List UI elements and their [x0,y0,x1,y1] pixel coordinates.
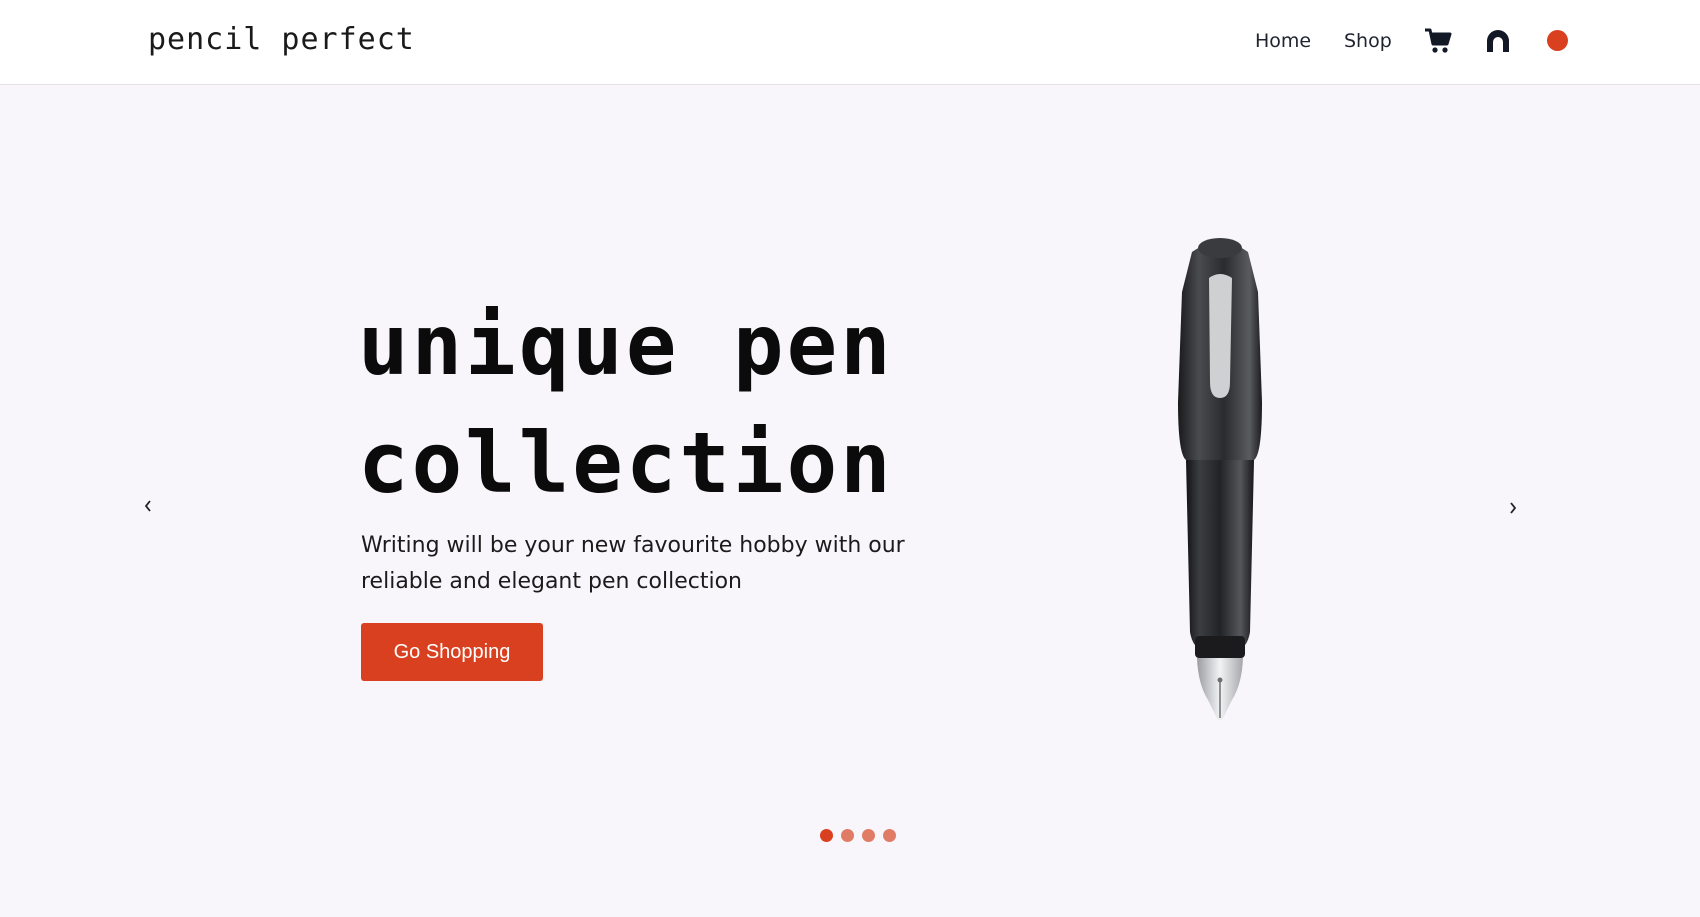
carousel-dot[interactable] [883,829,896,842]
theme-toggle-dot[interactable] [1547,30,1568,51]
site-logo[interactable]: pencil perfect [148,22,415,57]
cart-icon [1425,28,1452,53]
carousel-dot[interactable] [841,829,854,842]
hero-title-line-1: unique pen [358,296,894,394]
carousel-dot[interactable] [820,829,833,842]
carousel-prev-arrow[interactable] [134,492,162,520]
go-shopping-button[interactable]: Go Shopping [361,623,543,681]
chevron-right-icon [1510,502,1517,514]
user-icon [1487,30,1509,52]
fountain-pen-image [1178,238,1262,720]
hero-title-line-2: collection [358,414,894,512]
hero-carousel: unique pen collection Writing will be yo… [0,86,1700,917]
carousel-next-arrow[interactable] [1499,494,1527,522]
chevron-left-icon [144,500,151,512]
site-header: pencil perfect Home Shop [0,0,1700,85]
cart-button[interactable] [1422,25,1454,57]
account-button[interactable] [1482,25,1514,57]
hero-title: unique pen collection [358,286,978,522]
hero-subtitle: Writing will be your new favourite hobby… [361,533,905,594]
carousel-dot[interactable] [862,829,875,842]
nav-shop-link[interactable]: Shop [1344,30,1392,52]
nav-home-link[interactable]: Home [1255,30,1311,52]
carousel-indicators [820,829,896,842]
